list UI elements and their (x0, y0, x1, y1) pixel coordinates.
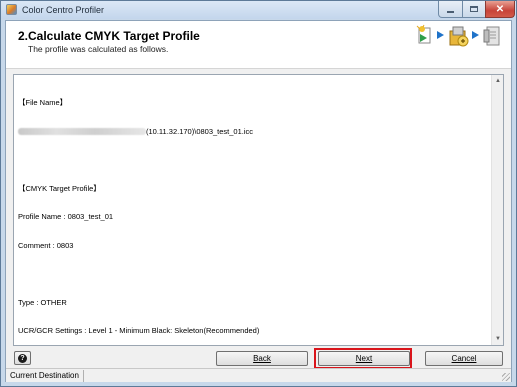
wizard-step-icon (416, 24, 431, 44)
help-icon: ? (18, 353, 27, 363)
app-icon (6, 4, 17, 15)
page-subtitle: The profile was calculated as follows. (28, 44, 169, 54)
close-button[interactable]: ✕ (485, 1, 515, 18)
redacted-path (18, 128, 146, 136)
minimize-button[interactable] (438, 1, 463, 18)
result-text[interactable]: 【File Name】 (10.11.32.170)\0803_test_01.… (18, 79, 488, 341)
wizard-step-indicator (410, 22, 510, 48)
cancel-button[interactable]: Cancel (425, 351, 503, 366)
app-window: Color Centro Profiler ✕ 2.Calculate CMYK… (0, 0, 517, 387)
scroll-up-icon[interactable]: ▲ (493, 76, 503, 86)
file-path-line: (10.11.32.170)\0803_test_01.icc (18, 127, 488, 137)
close-icon: ✕ (495, 3, 505, 15)
page-title: 2.Calculate CMYK Target Profile (18, 29, 200, 43)
wizard-header: 2.Calculate CMYK Target Profile The prof… (6, 21, 511, 69)
comment-line: Comment : 0803 (18, 240, 74, 250)
result-panel: 【File Name】 (10.11.32.170)\0803_test_01.… (13, 74, 504, 346)
arrow-right-icon (472, 31, 479, 39)
finish-icon (483, 26, 500, 46)
file-path: (10.11.32.170)\0803_test_01.icc (146, 126, 254, 136)
scroll-down-icon[interactable]: ▼ (493, 334, 503, 344)
type-line: Type : OTHER (18, 297, 67, 307)
minimize-icon (447, 11, 454, 13)
maximize-button[interactable] (462, 1, 486, 18)
window-title: Color Centro Profiler (22, 5, 105, 15)
maximize-icon (470, 6, 478, 12)
back-button[interactable]: Back (216, 351, 308, 366)
help-button[interactable]: ? (14, 351, 31, 365)
cmyk-target-heading: 【CMYK Target Profile】 (18, 183, 101, 193)
profile-calculate-icon (449, 26, 469, 47)
status-bar: Current Destination (6, 368, 511, 382)
title-bar[interactable]: Color Centro Profiler ✕ (1, 1, 516, 19)
profile-name-line: Profile Name : 0803_test_01 (18, 212, 114, 221)
arrow-right-icon (437, 31, 444, 39)
button-bar: ? Back Next Cancel (6, 348, 511, 369)
status-current-destination: Current Destination (10, 371, 79, 380)
file-name-heading: 【File Name】 (18, 98, 68, 107)
status-separator (83, 370, 84, 382)
vertical-scrollbar[interactable]: ▲ ▼ (491, 75, 503, 345)
wizard-client-area: 2.Calculate CMYK Target Profile The prof… (5, 20, 512, 382)
ucr-gcr-line: UCR/GCR Settings : Level 1 - Minimum Bla… (18, 326, 260, 335)
next-button[interactable]: Next (318, 351, 410, 366)
resize-grip-icon[interactable] (502, 373, 510, 381)
